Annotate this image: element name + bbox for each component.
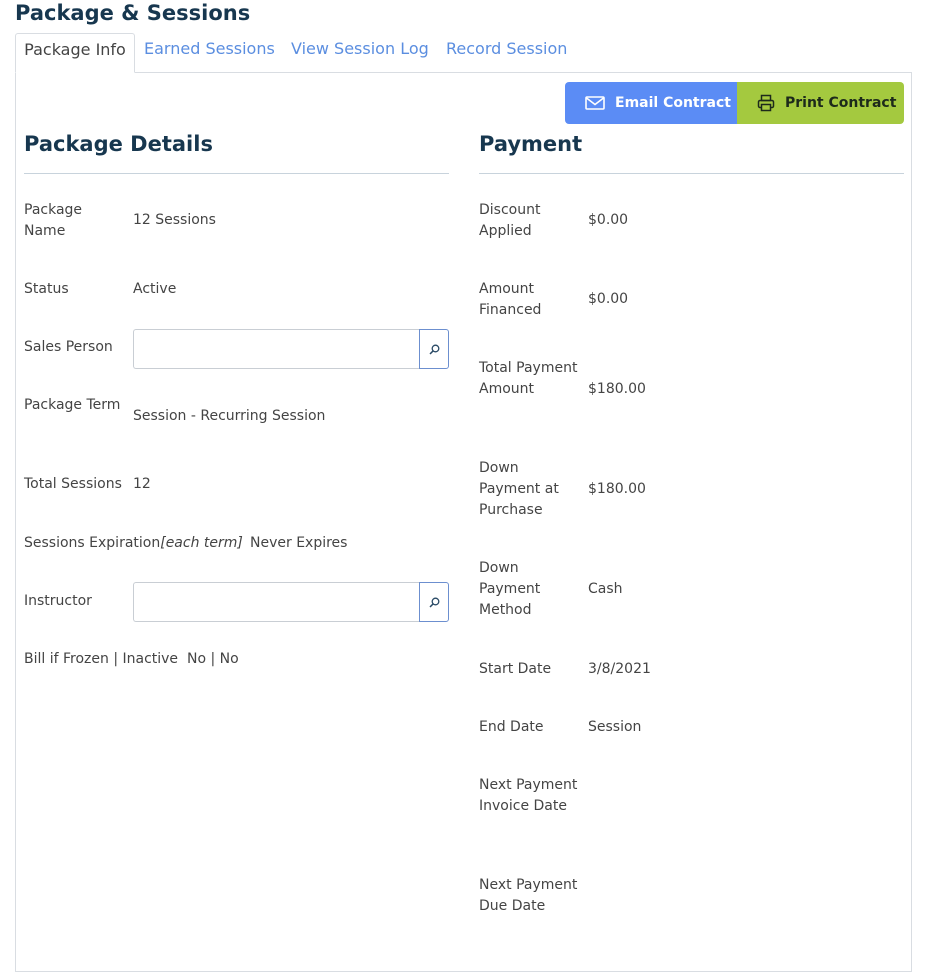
search-icon — [428, 340, 440, 359]
instructor-search-button[interactable] — [419, 582, 449, 622]
end-date-label: End Date — [479, 719, 544, 735]
email-contract-label: Email Contract — [615, 95, 731, 111]
total-sessions-value: 12 — [133, 476, 151, 492]
sales-person-search-button[interactable] — [419, 329, 449, 369]
sessions-expiration-note: [each term] — [160, 535, 243, 551]
instructor-input[interactable] — [133, 582, 419, 622]
printer-icon — [757, 94, 775, 112]
package-term-label: Package Term — [24, 397, 121, 413]
discount-applied-label: Discount Applied — [479, 202, 541, 239]
bill-if-frozen-value: No | No — [187, 651, 239, 667]
total-sessions-label: Total Sessions — [24, 476, 122, 492]
sales-person-input[interactable] — [133, 329, 419, 369]
bill-if-frozen-label: Bill if Frozen | Inactive — [24, 651, 179, 667]
sales-person-lookup — [133, 329, 449, 369]
sessions-expiration-label-text: Sessions Expiration — [24, 535, 161, 551]
down-payment-method-label: Down Payment Method — [479, 560, 541, 618]
start-date-label: Start Date — [479, 661, 552, 677]
print-contract-label: Print Contract — [785, 95, 897, 111]
sales-person-label: Sales Person — [24, 339, 113, 355]
down-payment-at-purchase-label: Down Payment at Purchase — [479, 460, 559, 518]
print-contract-button[interactable]: Print Contract — [737, 82, 904, 124]
down-payment-at-purchase-value: $180.00 — [588, 481, 646, 497]
total-payment-amount-value: $180.00 — [588, 381, 646, 397]
tab-record-session[interactable]: Record Session — [446, 33, 567, 73]
page-title: Package & Sessions — [15, 1, 251, 25]
discount-applied-value: $0.00 — [588, 212, 629, 228]
next-payment-due-date-label: Next Payment Due Date — [479, 877, 578, 914]
status-value: Active — [133, 281, 177, 297]
tab-package-info[interactable]: Package Info — [15, 33, 135, 73]
sessions-expiration-value: Never Expires — [250, 535, 348, 551]
start-date-value: 3/8/2021 — [588, 661, 651, 677]
package-details-divider — [24, 173, 449, 174]
envelope-icon — [585, 95, 605, 111]
payment-title: Payment — [479, 132, 583, 156]
sessions-expiration-label: Sessions Expiration[each term] — [24, 533, 243, 554]
end-date-value: Session — [588, 719, 642, 735]
payment-divider — [479, 173, 904, 174]
package-name-label: Package Name — [24, 202, 83, 239]
tab-earned-sessions[interactable]: Earned Sessions — [144, 33, 275, 73]
amount-financed-label: Amount Financed — [479, 281, 542, 318]
package-info-panel — [15, 72, 912, 972]
next-payment-invoice-date-label: Next Payment Invoice Date — [479, 777, 578, 814]
instructor-label: Instructor — [24, 593, 92, 609]
amount-financed-value: $0.00 — [588, 291, 629, 307]
instructor-lookup — [133, 582, 449, 622]
email-contract-button[interactable]: Email Contract — [565, 82, 737, 124]
down-payment-method-value: Cash — [588, 581, 623, 597]
package-term-value: Session - Recurring Session — [133, 408, 326, 424]
total-payment-amount-label: Total Payment Amount — [479, 360, 578, 397]
package-details-title: Package Details — [24, 132, 213, 156]
package-name-value: 12 Sessions — [133, 212, 216, 228]
tab-bar: Package Info Earned Sessions View Sessio… — [15, 33, 913, 73]
search-icon — [428, 593, 440, 612]
status-label: Status — [24, 281, 69, 297]
tab-view-session-log[interactable]: View Session Log — [291, 33, 429, 73]
